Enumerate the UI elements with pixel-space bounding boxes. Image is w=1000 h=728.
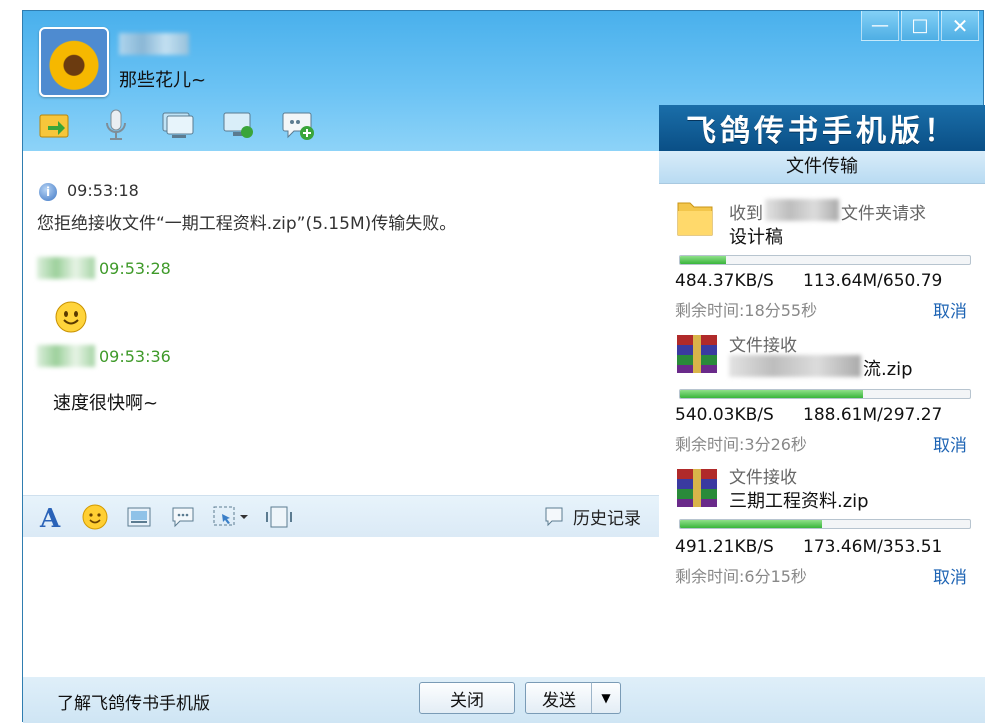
file-name-redacted: [729, 355, 861, 377]
transfer-item: 文件接收 流.zip 540.03KB/S 188.61M/297.27 剩余时…: [659, 317, 985, 456]
close-icon: ✕: [951, 13, 969, 38]
file-transfer-panel: 文件传输 收到 文件夹请求 设计稿 484.37KB/S 113.64M/650…: [659, 151, 985, 677]
transfer-progress-bar: [679, 519, 971, 529]
transfer-file-name: 设计稿: [729, 227, 783, 248]
chevron-down-icon: ▼: [601, 691, 611, 705]
folder-icon: [675, 195, 717, 241]
transfer-progress-bar: [679, 255, 971, 265]
svg-text:A: A: [39, 504, 61, 531]
window-controls: — □ ✕: [859, 11, 979, 41]
close-button[interactable]: 关闭: [419, 682, 515, 714]
transfer-item: 收到 文件夹请求 设计稿 484.37KB/S 113.64M/650.79 剩…: [659, 183, 985, 322]
history-icon: [545, 507, 563, 526]
sender-name-redacted: [765, 199, 839, 221]
info-icon: i: [39, 183, 57, 201]
contact-avatar[interactable]: [39, 27, 109, 97]
send-file-icon[interactable]: [37, 107, 73, 143]
contact-signature: 那些花儿~: [119, 70, 207, 91]
transfer-label: 文件接收: [729, 468, 797, 488]
shake-window-icon[interactable]: [263, 501, 295, 533]
send-options-dropdown[interactable]: ▼: [591, 682, 621, 714]
panel-title: 文件传输: [659, 151, 985, 184]
remote-desktop-icon[interactable]: [220, 107, 256, 143]
transfer-label: 文件接收: [729, 336, 797, 356]
chat-history: i 09:53:18 您拒绝接收文件“一期工程资料.zip”(5.15M)传输失…: [23, 151, 659, 495]
transfer-speed: 540.03KB/S: [675, 405, 774, 425]
message-time: 09:53:28: [99, 259, 171, 278]
close-window-button[interactable]: ✕: [941, 11, 979, 41]
transfer-file-name: 三期工程资料.zip: [729, 491, 869, 512]
promo-banner-text: 飞鸽传书手机版！: [686, 114, 958, 149]
message-toolbar: A 历史记录: [23, 495, 659, 537]
font-icon[interactable]: A: [35, 501, 67, 533]
transfer-label-prefix: 收到: [729, 204, 763, 224]
minimize-icon: —: [871, 15, 889, 36]
history-label: 历史记录: [573, 509, 641, 529]
message-time: 09:53:18: [67, 181, 139, 200]
transfer-size: 113.64M/650.79: [803, 271, 943, 291]
maximize-button[interactable]: □: [901, 11, 939, 41]
cancel-transfer-button[interactable]: 取消: [933, 563, 967, 588]
promo-banner[interactable]: 飞鸽传书手机版！: [659, 105, 985, 151]
transfer-size: 188.61M/297.27: [803, 405, 943, 425]
message-bubble-icon[interactable]: [167, 501, 199, 533]
sender-name-redacted: [37, 257, 95, 279]
video-icon[interactable]: [159, 107, 195, 143]
message-text: 速度很快啊~: [53, 393, 159, 414]
smiley-emoji-icon: [55, 301, 87, 337]
system-message-text: 您拒绝接收文件“一期工程资料.zip”(5.15M)传输失败。: [37, 214, 457, 234]
minimize-button[interactable]: —: [861, 11, 899, 41]
progress-fill: [680, 256, 727, 264]
group-chat-icon[interactable]: [281, 107, 317, 143]
progress-fill: [680, 520, 823, 528]
transfer-progress-bar: [679, 389, 971, 399]
zip-archive-icon: [675, 467, 717, 513]
sender-name-redacted: [37, 345, 95, 367]
history-button[interactable]: 历史记录: [543, 504, 641, 529]
transfer-speed: 491.21KB/S: [675, 537, 774, 557]
transfer-label-suffix: 文件夹请求: [841, 204, 926, 224]
transfer-speed: 484.37KB/S: [675, 271, 774, 291]
bottom-bar: 了解飞鸽传书手机版 关闭 发送 ▼: [23, 677, 985, 723]
message-time: 09:53:36: [99, 347, 171, 366]
transfer-file-name: 流.zip: [863, 359, 913, 380]
transfer-remaining-time: 剩余时间:6分15秒: [675, 567, 807, 586]
send-button[interactable]: 发送: [525, 682, 593, 714]
contact-name-redacted: [119, 33, 189, 55]
progress-fill: [680, 390, 863, 398]
transfer-size: 173.46M/353.51: [803, 537, 943, 557]
screenshot-image-icon[interactable]: [123, 501, 155, 533]
learn-mobile-link[interactable]: 了解飞鸽传书手机版: [57, 689, 210, 714]
maximize-icon: □: [911, 15, 929, 36]
transfer-item: 文件接收 三期工程资料.zip 491.21KB/S 173.46M/353.5…: [659, 451, 985, 588]
main-toolbar: [37, 107, 317, 143]
message-input[interactable]: [23, 537, 659, 677]
screen-capture-icon[interactable]: [211, 501, 251, 533]
emoji-icon[interactable]: [79, 501, 111, 533]
zip-archive-icon: [675, 333, 717, 379]
voice-icon[interactable]: [98, 107, 134, 143]
chat-window: — □ ✕ 那些花儿~ 飞鸽传书手机版！ i 09:53:18 您拒绝接收文件“…: [22, 10, 985, 723]
